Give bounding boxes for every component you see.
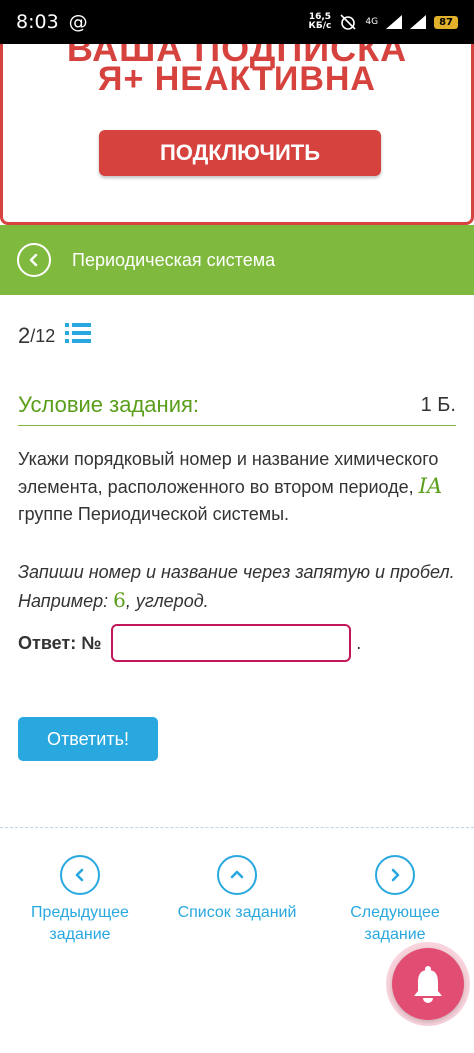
network-speed: 16,5 КБ/с xyxy=(308,12,332,31)
subscribe-button[interactable]: ПОДКЛЮЧИТЬ xyxy=(99,130,381,176)
task-text: Укажи порядковый номер и название химиче… xyxy=(18,449,443,524)
promo-title: Я+ НЕАКТИВНА xyxy=(98,60,376,98)
answer-row: Ответ: № . xyxy=(18,624,361,662)
chevron-left-icon xyxy=(75,868,84,882)
answer-dot: . xyxy=(356,632,362,653)
list-circle[interactable] xyxy=(217,855,257,895)
signal-icon-2 xyxy=(410,15,427,29)
status-bar: 8:03 @ 16,5 КБ/с 4G 87 xyxy=(0,0,474,44)
submit-button[interactable]: Ответить! xyxy=(18,717,158,761)
answer-input[interactable] xyxy=(111,624,352,662)
alarm-off-icon xyxy=(340,14,356,30)
condition-title: Условие задания: xyxy=(18,392,200,417)
next-circle[interactable] xyxy=(375,855,415,895)
chevron-up-icon xyxy=(230,870,244,879)
task-list-nav-button[interactable]: Список заданий xyxy=(172,855,302,924)
next-task-label: Следующее задание xyxy=(350,904,440,943)
promo-banner: ВАША ПОДПИСКА Я+ НЕАКТИВНА ПОДКЛЮЧИТЬ xyxy=(0,44,474,225)
answer-label: Ответ: № xyxy=(18,632,102,653)
condition-row: Условие задания: 1 Б. xyxy=(18,385,456,426)
prev-circle[interactable] xyxy=(60,855,100,895)
battery-icon: 87 xyxy=(434,15,458,29)
points-badge: 1 Б. xyxy=(420,393,456,416)
back-arrow-icon xyxy=(29,253,38,267)
task-total: /12 xyxy=(30,325,56,346)
next-task-button[interactable]: Следующее задание xyxy=(330,855,460,946)
divider xyxy=(0,827,474,828)
notification-button[interactable] xyxy=(392,948,464,1020)
task-counter: 2 /12 xyxy=(18,322,92,350)
list-icon xyxy=(65,323,92,343)
task-current: 2 xyxy=(18,323,31,348)
group-formula: IA xyxy=(418,474,443,498)
task-list-label: Список заданий xyxy=(177,904,297,921)
task-list-button[interactable] xyxy=(65,322,92,350)
example-number: 6 xyxy=(113,588,126,612)
prev-task-button[interactable]: Предыдущее задание xyxy=(15,855,145,946)
bell-icon xyxy=(414,966,442,1003)
answer-hint: Запиши номер и название через запятую и … xyxy=(18,562,455,612)
topic-title: Периодическая система xyxy=(72,249,276,270)
signal-icon xyxy=(386,15,403,29)
back-button[interactable] xyxy=(17,243,51,277)
prev-task-label: Предыдущее задание xyxy=(31,904,129,943)
network-type: 4G xyxy=(365,17,379,27)
topic-header: Периодическая система xyxy=(0,225,474,295)
at-icon: @ xyxy=(68,11,88,33)
chevron-right-icon xyxy=(391,868,400,882)
status-time: 8:03 xyxy=(16,11,59,33)
